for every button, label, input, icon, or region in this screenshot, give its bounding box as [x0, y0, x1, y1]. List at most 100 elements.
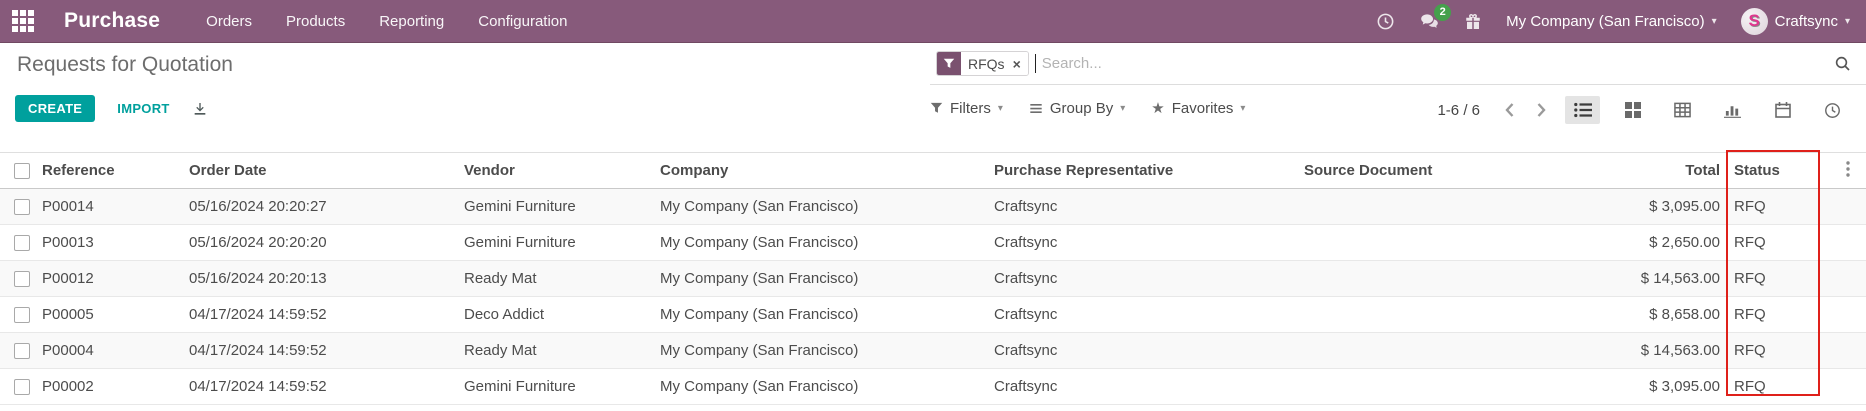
cell-reference: P00014 [38, 189, 185, 225]
chevron-right-icon [1536, 102, 1547, 118]
view-switch-list[interactable] [1565, 96, 1600, 124]
row-checkbox[interactable] [14, 235, 30, 251]
table-row[interactable]: P00005 04/17/2024 14:59:52 Deco Addict M… [0, 297, 1866, 333]
remove-facet-button[interactable]: × [1012, 52, 1028, 75]
chevron-down-icon: ▾ [1845, 16, 1850, 27]
row-checkbox[interactable] [14, 307, 30, 323]
column-header-order-date[interactable]: Order Date [185, 153, 460, 189]
app-menu: Orders Products Reporting Configuration [204, 9, 569, 34]
apps-menu-button[interactable] [0, 0, 46, 43]
user-avatar: S [1741, 8, 1768, 35]
cell-vendor: Gemini Furniture [460, 225, 656, 261]
cell-purchase-representative: Craftsync [990, 297, 1300, 333]
cell-order-date: 04/17/2024 14:59:52 [185, 297, 460, 333]
group-by-label: Group By [1050, 100, 1113, 117]
cell-reference: P00012 [38, 261, 185, 297]
row-checkbox[interactable] [14, 199, 30, 215]
messages-button[interactable]: 2 [1419, 12, 1440, 31]
pager-previous-button[interactable] [1501, 102, 1518, 118]
cell-status: RFQ [1722, 333, 1830, 369]
view-switch-graph[interactable] [1715, 96, 1750, 124]
column-header-total[interactable]: Total [1560, 153, 1722, 189]
control-panel-left: CREATE IMPORT [15, 95, 208, 122]
table-row[interactable]: P00012 05/16/2024 20:20:13 Ready Mat My … [0, 261, 1866, 297]
create-button[interactable]: CREATE [15, 95, 95, 122]
view-switch-pivot[interactable] [1665, 96, 1700, 124]
cell-source-document [1300, 369, 1560, 405]
table-row[interactable]: P00004 04/17/2024 14:59:52 Ready Mat My … [0, 333, 1866, 369]
search-input[interactable] [1036, 55, 1834, 72]
download-icon [192, 101, 208, 117]
user-name: Craftsync [1775, 13, 1838, 30]
menu-products[interactable]: Products [284, 9, 347, 34]
select-all-checkbox[interactable] [14, 163, 30, 179]
activities-button[interactable] [1376, 12, 1395, 31]
cell-reference: P00005 [38, 297, 185, 333]
optional-columns-button[interactable] [1830, 153, 1866, 189]
cell-total: $ 3,095.00 [1560, 189, 1722, 225]
list-view-icon [1574, 102, 1592, 118]
row-checkbox[interactable] [14, 271, 30, 287]
vertical-dots-icon [1846, 161, 1850, 177]
menu-configuration[interactable]: Configuration [476, 9, 569, 34]
export-download-button[interactable] [192, 101, 208, 117]
row-checkbox[interactable] [14, 379, 30, 395]
group-by-dropdown[interactable]: Group By ▾ [1029, 100, 1125, 117]
select-all-checkbox-cell [0, 153, 38, 189]
column-header-company[interactable]: Company [656, 153, 990, 189]
column-header-purchase-representative[interactable]: Purchase Representative [990, 153, 1300, 189]
cell-options [1830, 189, 1866, 225]
rfq-table: Reference Order Date Vendor Company Purc… [0, 152, 1866, 405]
pivot-view-icon [1674, 102, 1691, 118]
cell-total: $ 3,095.00 [1560, 369, 1722, 405]
company-name: My Company (San Francisco) [1506, 13, 1704, 30]
filters-dropdown[interactable]: Filters ▾ [930, 100, 1003, 117]
cell-vendor: Ready Mat [460, 333, 656, 369]
topbar-right: 2 My Company (San Francisco) ▾ S Craftsy… [1376, 8, 1866, 35]
import-button[interactable]: IMPORT [117, 101, 169, 116]
pager-range: 1-6 / 6 [1437, 102, 1480, 119]
cell-order-date: 05/16/2024 20:20:20 [185, 225, 460, 261]
menu-reporting[interactable]: Reporting [377, 9, 446, 34]
cell-total: $ 14,563.00 [1560, 333, 1722, 369]
table-row[interactable]: P00002 04/17/2024 14:59:52 Gemini Furnit… [0, 369, 1866, 405]
search-magnifier-icon[interactable] [1834, 55, 1852, 73]
column-header-status[interactable]: Status [1722, 153, 1830, 189]
column-header-vendor[interactable]: Vendor [460, 153, 656, 189]
table-row[interactable]: P00014 05/16/2024 20:20:27 Gemini Furnit… [0, 189, 1866, 225]
pager-and-views: 1-6 / 6 [1437, 96, 1850, 124]
news-button[interactable] [1464, 12, 1482, 31]
cell-source-document [1300, 297, 1560, 333]
cell-vendor: Gemini Furniture [460, 369, 656, 405]
view-switch-kanban[interactable] [1615, 96, 1650, 124]
messages-count-badge: 2 [1434, 4, 1451, 21]
company-switcher[interactable]: My Company (San Francisco) ▾ [1506, 13, 1716, 30]
row-checkbox[interactable] [14, 343, 30, 359]
favorites-dropdown[interactable]: ★ Favorites ▾ [1151, 99, 1245, 117]
row-checkbox-cell [0, 189, 38, 225]
cell-status: RFQ [1722, 369, 1830, 405]
cell-status: RFQ [1722, 297, 1830, 333]
cell-options [1830, 369, 1866, 405]
search-bar[interactable]: RFQs × [930, 43, 1866, 85]
view-switch-calendar[interactable] [1765, 96, 1800, 124]
facet-label: RFQs [961, 52, 1012, 75]
table-header-row: Reference Order Date Vendor Company Purc… [0, 153, 1866, 189]
menu-orders[interactable]: Orders [204, 9, 254, 34]
table-row[interactable]: P00013 05/16/2024 20:20:20 Gemini Furnit… [0, 225, 1866, 261]
view-switch-activity[interactable] [1815, 96, 1850, 124]
cell-order-date: 05/16/2024 20:20:27 [185, 189, 460, 225]
column-header-source-document[interactable]: Source Document [1300, 153, 1560, 189]
purchase-app-screen: Purchase Orders Products Reporting Confi… [0, 0, 1866, 411]
chevron-left-icon [1504, 102, 1515, 118]
group-by-lines-icon [1029, 102, 1043, 115]
clock-icon [1376, 12, 1395, 31]
row-checkbox-cell [0, 261, 38, 297]
column-header-reference[interactable]: Reference [38, 153, 185, 189]
chevron-down-icon: ▾ [998, 103, 1003, 114]
user-menu[interactable]: S Craftsync ▾ [1741, 8, 1850, 35]
cell-purchase-representative: Craftsync [990, 333, 1300, 369]
cell-order-date: 04/17/2024 14:59:52 [185, 333, 460, 369]
pager-next-button[interactable] [1533, 102, 1550, 118]
star-icon: ★ [1151, 99, 1164, 117]
